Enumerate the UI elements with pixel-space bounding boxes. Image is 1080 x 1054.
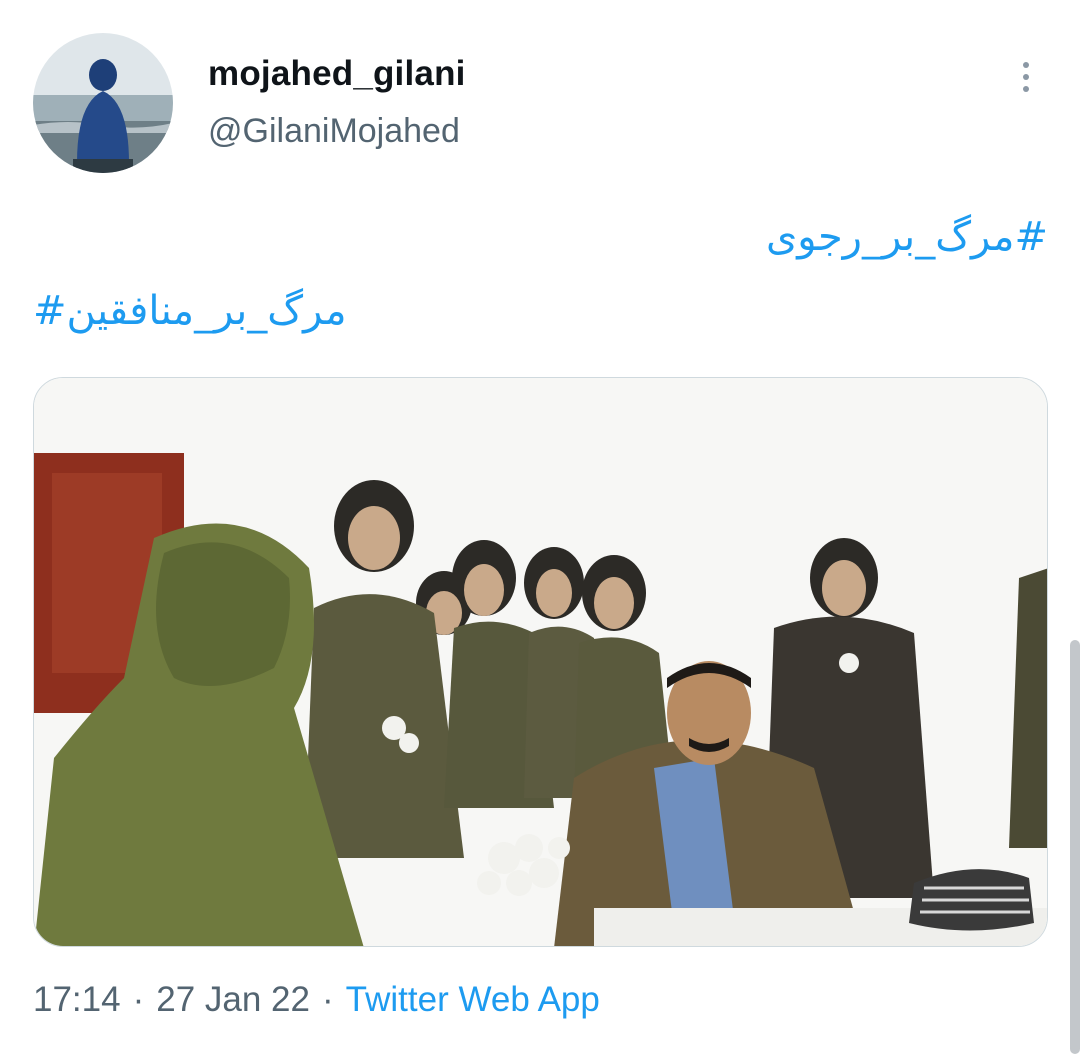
author-handle[interactable]: @GilaniMojahed — [208, 112, 460, 151]
more-vertical-icon — [1023, 62, 1029, 92]
more-options-button[interactable] — [1004, 55, 1048, 99]
hashtag-link[interactable]: مرگ_بر_منافقین# — [33, 288, 347, 334]
tweet-media[interactable] — [33, 377, 1048, 947]
hashtag-line: #مرگ_بر_رجوی — [33, 200, 1048, 274]
scrollbar-thumb[interactable] — [1070, 640, 1080, 1054]
tweet-text: #مرگ_بر_رجوی مرگ_بر_منافقین# — [33, 200, 1048, 348]
meta-separator: · — [132, 980, 145, 1019]
hashtag-line: مرگ_بر_منافقین# — [33, 274, 1048, 348]
author-display-name[interactable]: mojahed_gilani — [208, 54, 466, 94]
illustration-image-icon — [34, 378, 1047, 946]
tweet-meta: 17:14 · 27 Jan 22 · Twitter Web App — [33, 980, 600, 1020]
meta-separator: · — [322, 980, 334, 1019]
tweet-date[interactable]: 27 Jan 22 — [156, 980, 310, 1019]
tweet-time[interactable]: 17:14 — [33, 980, 121, 1019]
avatar-photo-icon — [33, 33, 173, 173]
hashtag-link[interactable]: #مرگ_بر_رجوی — [766, 214, 1048, 260]
tweet-card: mojahed_gilani @GilaniMojahed #مرگ_بر_رج… — [0, 0, 1080, 1054]
avatar[interactable] — [33, 33, 173, 173]
tweet-source-link[interactable]: Twitter Web App — [346, 980, 600, 1019]
